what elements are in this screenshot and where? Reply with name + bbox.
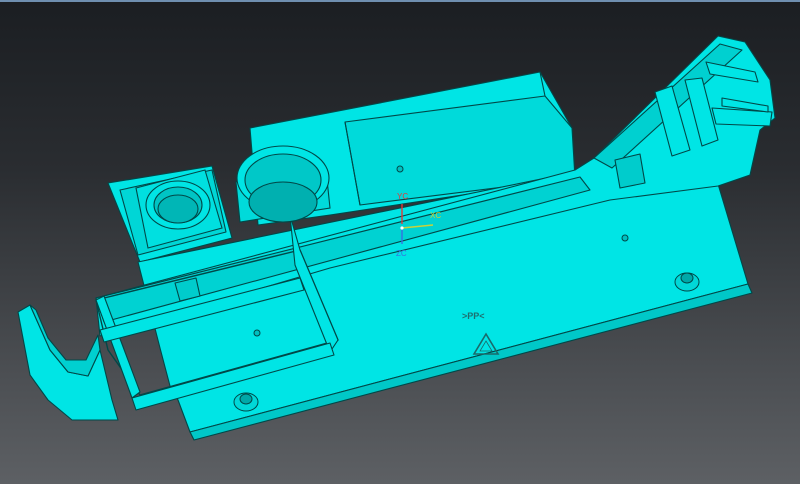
triad-x-label: XC: [430, 211, 442, 220]
cad-graphics-viewport[interactable]: YC XC ZC >PP<: [0, 0, 800, 484]
material-mark-text: >PP<: [462, 311, 485, 321]
screw-boss: [233, 392, 259, 412]
screw-boss: [674, 272, 700, 292]
hole: [621, 234, 629, 242]
slot-right: [614, 153, 646, 189]
cad-part-model[interactable]: [0, 0, 800, 484]
triad-y-label: YC: [397, 192, 409, 201]
hole: [253, 329, 261, 337]
triad-z-label: ZC: [396, 249, 407, 258]
round-boss: [235, 145, 331, 223]
hole: [396, 165, 404, 173]
